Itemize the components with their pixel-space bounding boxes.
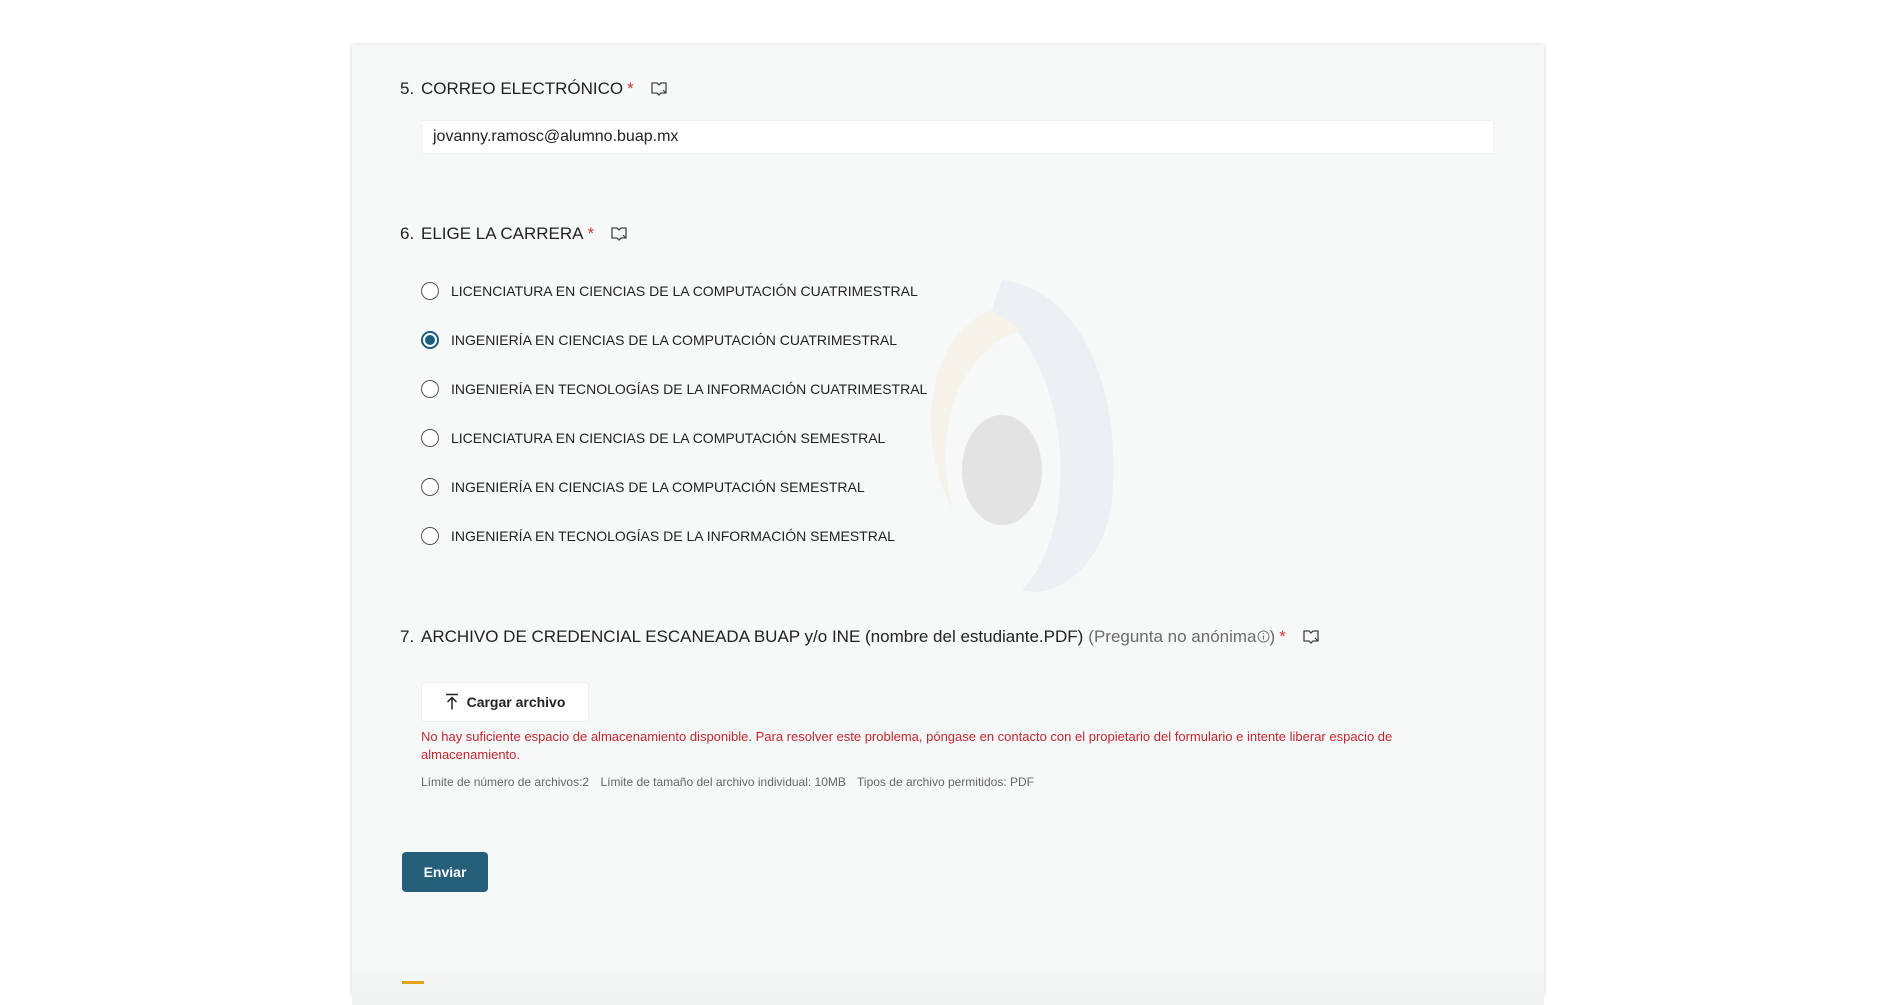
radio-button[interactable] xyxy=(421,428,439,447)
upload-limits: Límite de número de archivos:2 Límite de… xyxy=(421,775,1042,789)
form-card: 5. CORREO ELECTRÓNICO * jovanny.ramosc@a… xyxy=(352,45,1544,1005)
radio-label: INGENIERÍA EN TECNOLOGÍAS DE LA INFORMAC… xyxy=(451,527,895,544)
radio-label: INGENIERÍA EN CIENCIAS DE LA COMPUTACIÓN… xyxy=(451,331,897,348)
required-asterisk: * xyxy=(587,224,595,243)
required-asterisk: * xyxy=(1279,627,1286,646)
question-title: ELIGE LA CARRERA xyxy=(421,224,584,243)
question-6-header: 6. ELIGE LA CARRERA * xyxy=(400,223,1494,245)
radio-option[interactable]: INGENIERÍA EN CIENCIAS DE LA COMPUTACIÓN… xyxy=(421,462,927,511)
radio-button[interactable] xyxy=(421,281,439,300)
radio-button[interactable] xyxy=(421,526,439,545)
question-number: 5. xyxy=(400,79,415,98)
file-size-limit: Límite de tamaño del archivo individual:… xyxy=(600,775,846,789)
anonymity-note-close: ) xyxy=(1269,627,1276,646)
question-5: 5. CORREO ELECTRÓNICO * jovanny.ramosc@a… xyxy=(400,78,1494,154)
anonymity-note-text: (Pregunta no anónima xyxy=(1088,627,1257,646)
question-7: 7. ARCHIVO DE CREDENCIAL ESCANEADA BUAP … xyxy=(400,626,1494,789)
file-count-limit: Límite de número de archivos:2 xyxy=(421,775,590,789)
question-5-header: 5. CORREO ELECTRÓNICO * xyxy=(400,78,1494,100)
submit-button[interactable]: Enviar xyxy=(402,852,488,892)
radio-button[interactable] xyxy=(421,477,439,496)
required-asterisk: * xyxy=(627,79,634,98)
form-footer xyxy=(352,965,1544,1005)
radio-option[interactable]: INGENIERÍA EN CIENCIAS DE LA COMPUTACIÓN… xyxy=(421,315,927,364)
radio-label: INGENIERÍA EN CIENCIAS DE LA COMPUTACIÓN… xyxy=(451,478,865,495)
career-options: LICENCIATURA EN CIENCIAS DE LA COMPUTACI… xyxy=(421,266,927,560)
upload-button-label: Cargar archivo xyxy=(466,694,566,710)
info-icon[interactable] xyxy=(1257,630,1270,643)
question-number: 6. xyxy=(400,224,415,243)
question-7-header: 7. ARCHIVO DE CREDENCIAL ESCANEADA BUAP … xyxy=(400,626,1494,648)
storage-error-message: No hay suficiente espacio de almacenamie… xyxy=(421,729,1393,762)
immersive-reader-icon[interactable] xyxy=(650,81,668,97)
radio-label: LICENCIATURA EN CIENCIAS DE LA COMPUTACI… xyxy=(451,282,918,299)
radio-label: INGENIERÍA EN TECNOLOGÍAS DE LA INFORMAC… xyxy=(451,380,928,397)
immersive-reader-icon[interactable] xyxy=(610,226,628,242)
anonymity-note: (Pregunta no anónima) xyxy=(1088,626,1275,648)
radio-option[interactable]: INGENIERÍA EN TECNOLOGÍAS DE LA INFORMAC… xyxy=(421,511,927,560)
question-number: 7. xyxy=(400,627,415,646)
question-title: CORREO ELECTRÓNICO xyxy=(421,79,624,98)
upload-arrow-icon xyxy=(445,693,458,710)
immersive-reader-icon[interactable] xyxy=(1302,629,1320,645)
radio-option[interactable]: INGENIERÍA EN TECNOLOGÍAS DE LA INFORMAC… xyxy=(421,364,927,413)
question-6: 6. ELIGE LA CARRERA * LICENCIATURA EN CI… xyxy=(400,223,1494,545)
radio-button[interactable] xyxy=(421,379,439,398)
radio-option[interactable]: LICENCIATURA EN CIENCIAS DE LA COMPUTACI… xyxy=(421,413,927,462)
file-type-limit: Tipos de archivo permitidos: PDF xyxy=(857,775,1034,789)
question-title: ARCHIVO DE CREDENCIAL ESCANEADA BUAP y/o… xyxy=(421,627,1084,646)
radio-label: LICENCIATURA EN CIENCIAS DE LA COMPUTACI… xyxy=(451,429,886,446)
radio-option[interactable]: LICENCIATURA EN CIENCIAS DE LA COMPUTACI… xyxy=(421,266,927,315)
email-field[interactable]: jovanny.ramosc@alumno.buap.mx xyxy=(421,120,1494,154)
radio-button-checked[interactable] xyxy=(421,330,439,349)
upload-file-button[interactable]: Cargar archivo xyxy=(421,682,589,722)
footer-logo xyxy=(402,981,424,984)
